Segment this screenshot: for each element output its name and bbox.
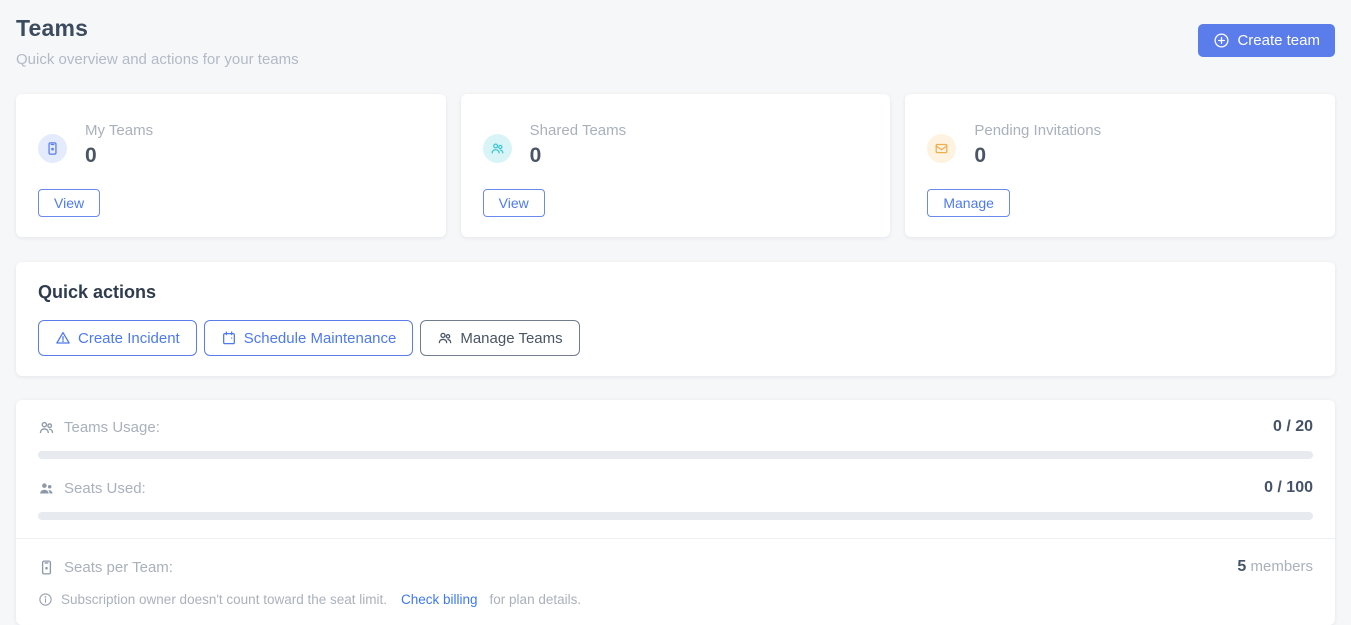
usage-divider bbox=[16, 538, 1335, 539]
header-text: Teams Quick overview and actions for you… bbox=[16, 15, 299, 68]
seats-used-value: 0 / 100 bbox=[1264, 479, 1313, 497]
manage-teams-label: Manage Teams bbox=[460, 330, 562, 347]
teams-usage-value: 0 / 20 bbox=[1273, 418, 1313, 436]
teams-usage-progressbar bbox=[38, 451, 1313, 459]
pending-invitations-card: Pending Invitations 0 Manage bbox=[905, 94, 1335, 237]
create-incident-label: Create Incident bbox=[78, 330, 180, 347]
id-badge-icon bbox=[38, 559, 55, 576]
usage-panel: Teams Usage: 0 / 20 Seats Used: 0 / 100 bbox=[16, 400, 1335, 625]
seats-per-team-row: Seats per Team: 5 members bbox=[38, 556, 1313, 578]
create-team-label: Create team bbox=[1237, 32, 1320, 49]
users-icon bbox=[437, 330, 453, 346]
plus-circle-icon bbox=[1213, 32, 1230, 49]
schedule-maintenance-label: Schedule Maintenance bbox=[244, 330, 397, 347]
warning-triangle-icon bbox=[55, 330, 71, 346]
quick-actions-buttons: Create Incident Schedule Maintenance Man… bbox=[38, 320, 1313, 356]
page-header: Teams Quick overview and actions for you… bbox=[16, 15, 1335, 68]
card-label: Pending Invitations bbox=[974, 122, 1101, 139]
stat-cards-row: My Teams 0 View Shared Teams 0 View bbox=[16, 94, 1335, 237]
quick-actions-title: Quick actions bbox=[38, 282, 1313, 303]
note-text-after: for plan details. bbox=[490, 592, 582, 607]
seats-per-team-unit: members bbox=[1250, 558, 1313, 575]
card-value: 0 bbox=[85, 144, 153, 168]
seats-per-team-label: Seats per Team: bbox=[64, 559, 173, 576]
card-value: 0 bbox=[530, 144, 626, 168]
teams-usage-label: Teams Usage: bbox=[64, 419, 160, 436]
teams-usage-row: Teams Usage: 0 / 20 bbox=[38, 416, 1313, 438]
users-filled-icon bbox=[38, 480, 55, 497]
calendar-icon bbox=[221, 330, 237, 346]
seats-used-label: Seats Used: bbox=[64, 480, 146, 497]
seats-per-team-value: 5 members bbox=[1237, 558, 1313, 576]
users-icon bbox=[483, 134, 512, 163]
view-shared-teams-button[interactable]: View bbox=[483, 189, 545, 217]
seats-used-row: Seats Used: 0 / 100 bbox=[38, 477, 1313, 499]
create-team-button[interactable]: Create team bbox=[1198, 24, 1335, 57]
note-text-before: Subscription owner doesn't count toward … bbox=[61, 592, 387, 607]
my-teams-card: My Teams 0 View bbox=[16, 94, 446, 237]
create-incident-button[interactable]: Create Incident bbox=[38, 320, 197, 356]
teams-page: Teams Quick overview and actions for you… bbox=[0, 0, 1351, 614]
quick-actions-panel: Quick actions Create Incident Schedule M… bbox=[16, 262, 1335, 376]
card-value: 0 bbox=[974, 144, 1101, 168]
users-outline-icon bbox=[38, 419, 55, 436]
seats-used-progressbar bbox=[38, 512, 1313, 520]
schedule-maintenance-button[interactable]: Schedule Maintenance bbox=[204, 320, 414, 356]
page-subtitle: Quick overview and actions for your team… bbox=[16, 51, 299, 68]
manage-teams-button[interactable]: Manage Teams bbox=[420, 320, 579, 356]
view-my-teams-button[interactable]: View bbox=[38, 189, 100, 217]
id-badge-icon bbox=[38, 134, 67, 163]
info-circle-icon bbox=[38, 592, 53, 607]
card-label: Shared Teams bbox=[530, 122, 626, 139]
card-label: My Teams bbox=[85, 122, 153, 139]
envelope-icon bbox=[927, 134, 956, 163]
page-title: Teams bbox=[16, 15, 299, 42]
seat-limit-note: Subscription owner doesn't count toward … bbox=[38, 592, 1313, 607]
check-billing-link[interactable]: Check billing bbox=[401, 592, 478, 607]
manage-invitations-button[interactable]: Manage bbox=[927, 189, 1010, 217]
shared-teams-card: Shared Teams 0 View bbox=[461, 94, 891, 237]
seats-per-team-number: 5 bbox=[1237, 558, 1246, 575]
